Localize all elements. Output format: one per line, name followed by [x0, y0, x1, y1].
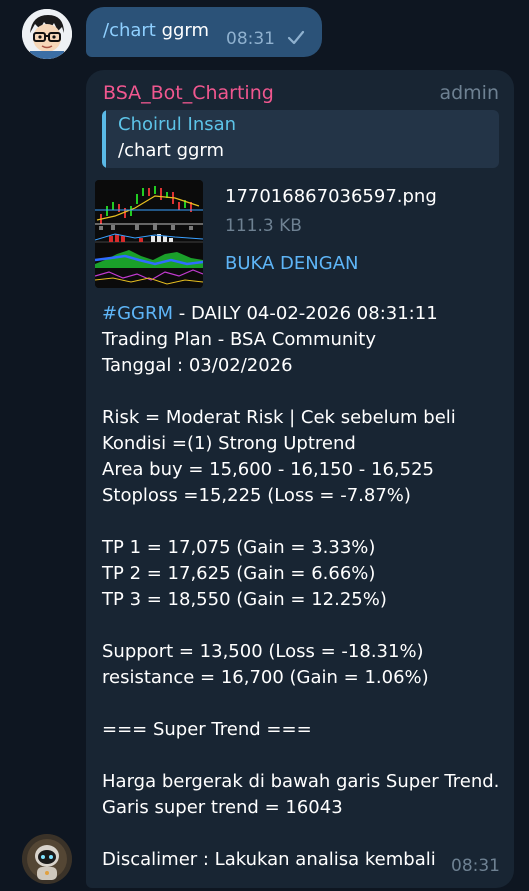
message-line: Area buy = 15,600 - 16,150 - 16,525: [102, 459, 434, 480]
message-line: Discalimer : Lakukan analisa kembali: [102, 849, 436, 870]
reply-author: Choirul Insan: [118, 114, 237, 135]
reply-quote[interactable]: Choirul Insan /chart ggrm: [102, 110, 499, 168]
message-line: Stoploss =15,225 (Loss = -7.87%): [102, 485, 411, 506]
message-line: Garis super trend = 16043: [102, 797, 343, 818]
message-line: TP 3 = 18,550 (Gain = 12.25%): [102, 589, 387, 610]
command-argument: ggrm: [155, 20, 210, 41]
message-body: #GGRM - DAILY 04-02-2026 08:31:11 Tradin…: [102, 301, 507, 873]
message-line: resistance = 16,700 (Gain = 1.06%): [102, 667, 429, 688]
file-size: 111.3 KB: [225, 216, 302, 236]
message-line: Harga bergerak di bawah garis Super Tren…: [102, 771, 500, 792]
message-line: Risk = Moderat Risk | Cek sebelum beli: [102, 407, 456, 428]
reply-accent-bar: [102, 110, 106, 168]
outgoing-message-time: 08:31: [226, 29, 275, 49]
hashtag-link[interactable]: #GGRM: [102, 303, 173, 324]
message-lines: Trading Plan - BSA Community Tanggal : 03…: [102, 327, 507, 873]
incoming-message-time: 08:31: [451, 856, 500, 876]
bot-command-link[interactable]: /chart: [103, 20, 156, 41]
incoming-message-bubble[interactable]: BSA_Bot_Charting admin Choirul Insan /ch…: [86, 70, 514, 888]
message-line: TP 1 = 17,075 (Gain = 3.33%): [102, 537, 376, 558]
message-line: === Super Trend ===: [102, 719, 312, 740]
message-line: Kondisi =(1) Strong Uptrend: [102, 433, 356, 454]
check-icon: [287, 30, 305, 45]
outgoing-message-bubble[interactable]: /chart ggrm 08:31: [86, 7, 322, 57]
outgoing-message-text: /chart ggrm: [103, 20, 209, 41]
bot-avatar[interactable]: [22, 834, 72, 884]
open-with-button[interactable]: BUKA DENGAN: [225, 253, 358, 274]
message-line: Tanggal : 03/02/2026: [102, 355, 293, 376]
header-details: - DAILY 04-02-2026 08:31:11: [173, 303, 438, 324]
file-name[interactable]: 177016867036597.png: [225, 186, 437, 207]
message-header-line: #GGRM - DAILY 04-02-2026 08:31:11: [102, 301, 507, 327]
sender-name[interactable]: BSA_Bot_Charting: [103, 82, 274, 104]
reply-text: /chart ggrm: [118, 140, 225, 161]
message-line: TP 2 = 17,625 (Gain = 6.66%): [102, 563, 376, 584]
sender-role-badge: admin: [439, 82, 499, 104]
message-line: Trading Plan - BSA Community: [102, 329, 376, 350]
message-line: Support = 13,500 (Loss = -18.31%): [102, 641, 424, 662]
file-thumbnail[interactable]: [95, 180, 203, 288]
user-avatar[interactable]: [22, 9, 72, 59]
